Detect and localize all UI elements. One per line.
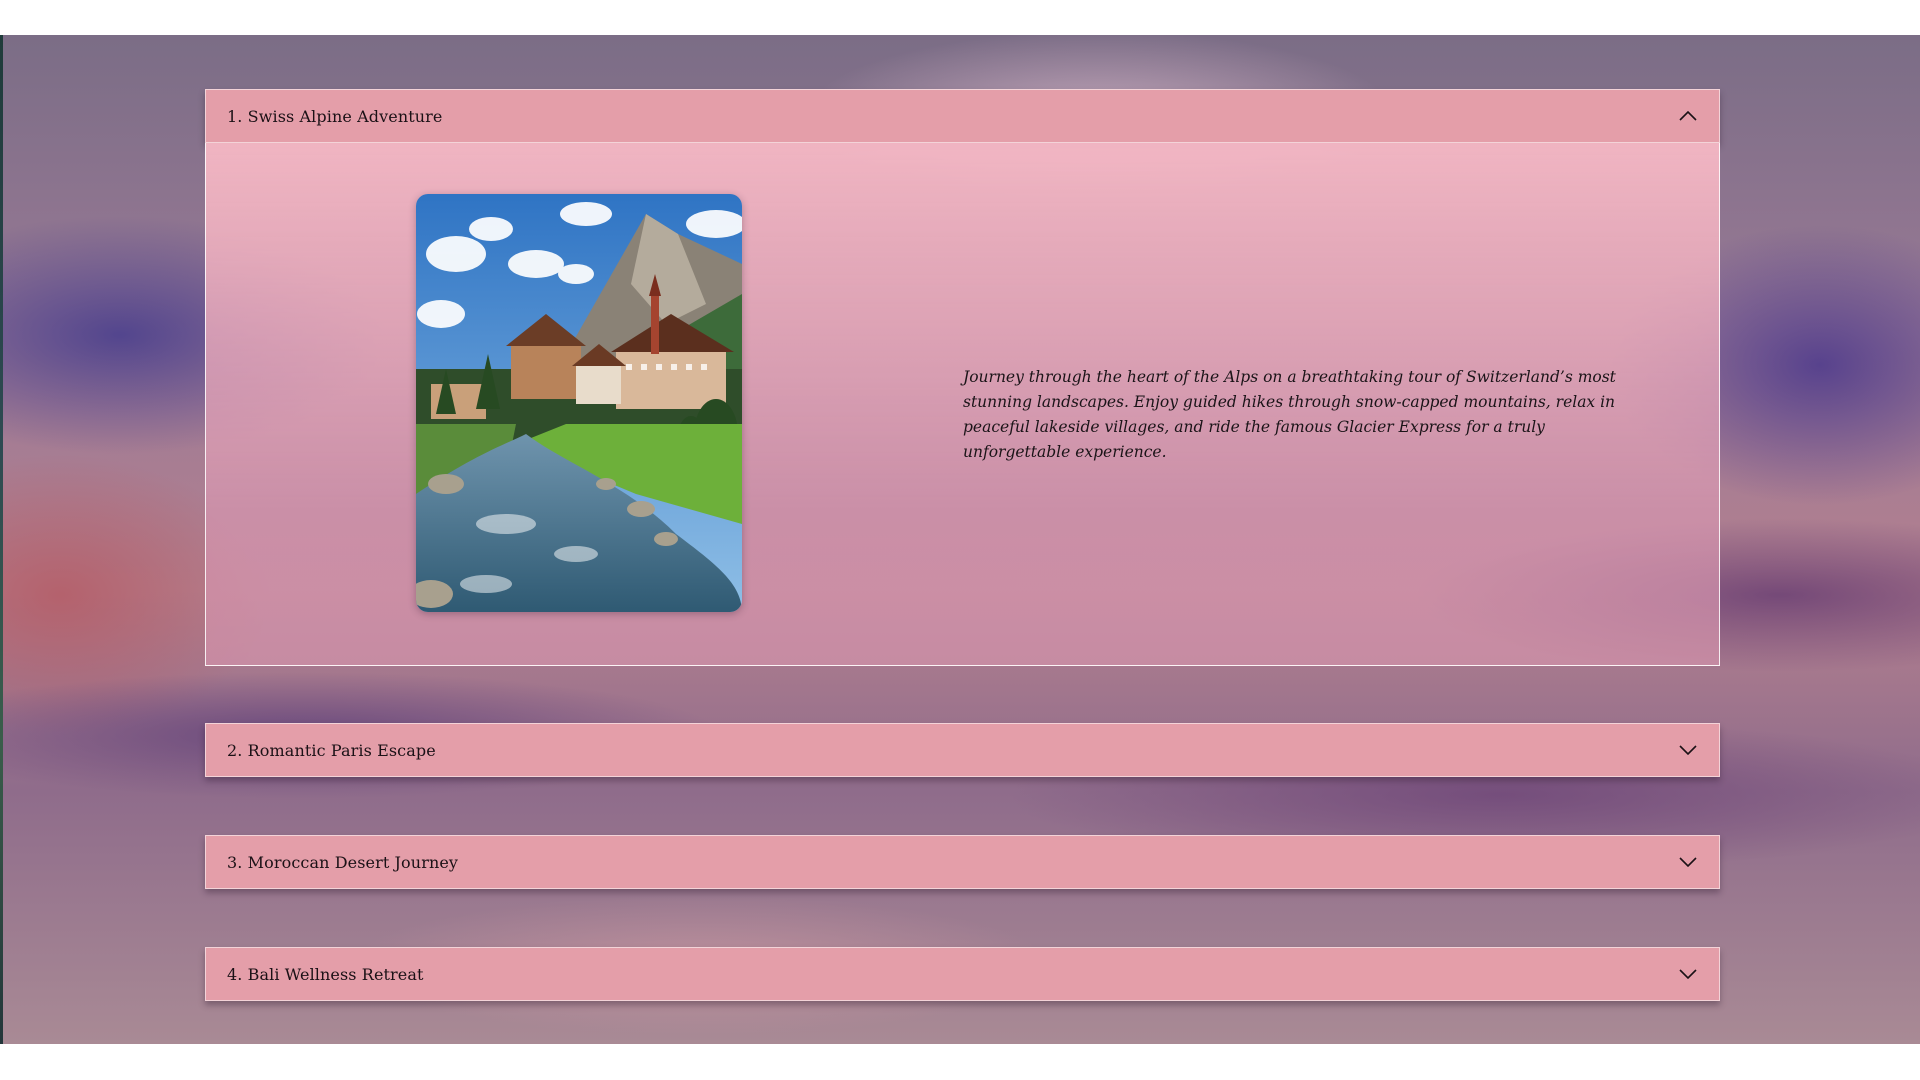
chevron-up-icon[interactable] <box>1677 105 1699 127</box>
accordion-item-swiss: 1. Swiss Alpine Adventure Journey throug… <box>205 89 1720 666</box>
tour-accordion: 1. Swiss Alpine Adventure Journey throug… <box>205 89 1720 1001</box>
accordion-content-swiss: Journey through the heart of the Alps on… <box>205 143 1720 666</box>
swiss-village-photo <box>416 194 742 612</box>
accordion-header-bali[interactable]: 4. Bali Wellness Retreat <box>205 947 1720 1001</box>
accordion-header-swiss[interactable]: 1. Swiss Alpine Adventure <box>205 89 1720 143</box>
accordion-title: 4. Bali Wellness Retreat <box>227 964 424 984</box>
chevron-down-icon[interactable] <box>1677 851 1699 873</box>
accordion-header-morocco[interactable]: 3. Moroccan Desert Journey <box>205 835 1720 889</box>
accordion-title: 3. Moroccan Desert Journey <box>227 852 459 872</box>
accordion-title: 1. Swiss Alpine Adventure <box>227 106 443 126</box>
accordion-title: 2. Romantic Paris Escape <box>227 740 436 760</box>
left-edge-strip <box>0 35 3 1044</box>
chevron-down-icon[interactable] <box>1677 739 1699 761</box>
tour-description: Journey through the heart of the Alps on… <box>963 368 1616 461</box>
chevron-down-icon[interactable] <box>1677 963 1699 985</box>
accordion-header-paris[interactable]: 2. Romantic Paris Escape <box>205 723 1720 777</box>
